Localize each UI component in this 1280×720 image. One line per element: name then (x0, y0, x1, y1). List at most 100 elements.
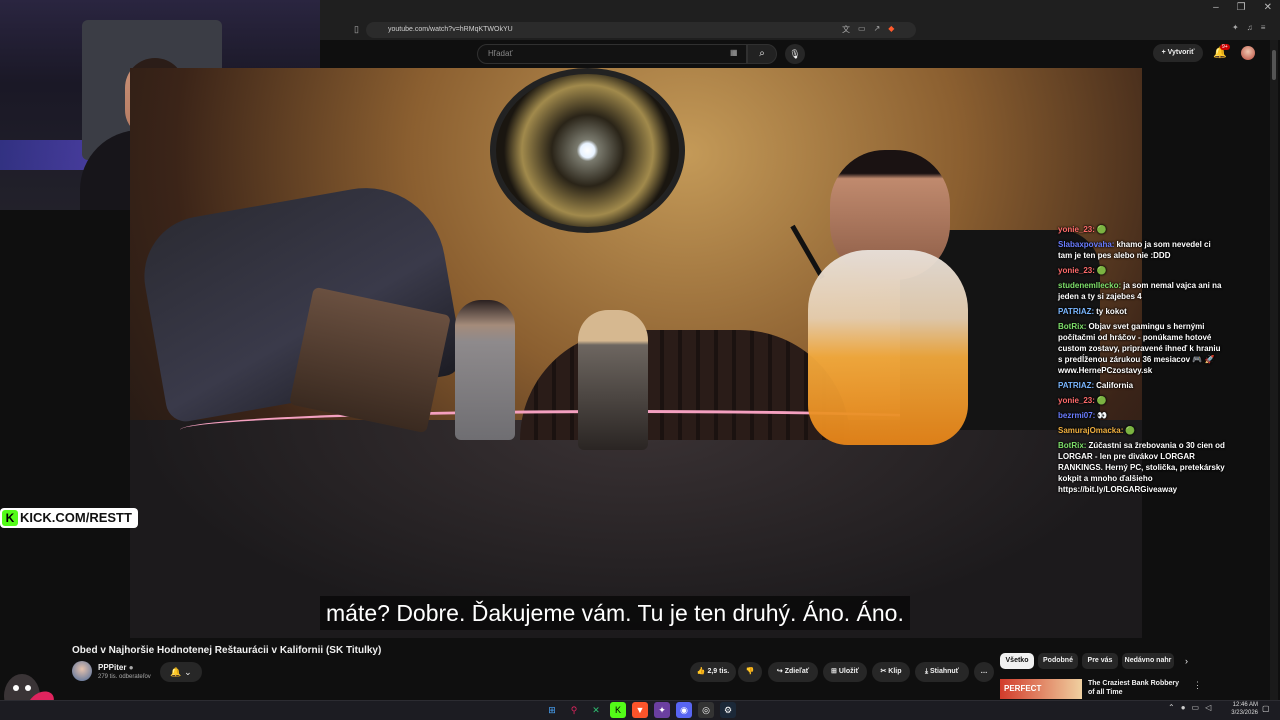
channel-avatar[interactable] (72, 661, 92, 681)
chip-for-you[interactable]: Pre vás (1082, 653, 1118, 669)
taskbar-apps: ⊞ ⚲ ✕ K ▼ ✦ ◉ ◎ ⚙ (544, 702, 736, 718)
clip-label: Klip (888, 668, 902, 675)
chat-message: studenemlIecko: ja som nemal vajca ani na… (1058, 280, 1226, 302)
address-bar[interactable]: youtube.com/watch?v=hRMqKTWOkYU (366, 22, 916, 38)
chat-message: yonie_23: 🟢 (1058, 265, 1226, 276)
subscription-bell-button[interactable]: 🔔 ⌄ (160, 662, 202, 682)
recommendation-title[interactable]: The Craziest Bank Robbery of all Time (1088, 679, 1184, 699)
recommendation-more-icon[interactable]: ⋮ (1193, 680, 1202, 691)
like-button[interactable]: 👍 2,9 tis. (690, 662, 736, 682)
taskbar-clock[interactable]: 12:46 AM 3/23/2026 (1224, 701, 1258, 717)
xbox-app-icon[interactable]: ✕ (588, 702, 604, 718)
chat-text: ty kokot (1096, 307, 1127, 316)
maximize-button[interactable]: ❐ (1237, 2, 1246, 13)
chat-username: yonie_23: (1058, 266, 1095, 275)
bookmark-icon[interactable]: ▯ (354, 24, 359, 35)
steam-app-icon[interactable]: ⚙ (720, 702, 736, 718)
share-arrow-icon: ↪ (776, 668, 783, 675)
chat-message: PATRIAZ: California (1058, 380, 1226, 391)
chat-username: yonie_23: (1058, 396, 1095, 405)
chat-message: bezrmi07: 👀 (1058, 410, 1226, 421)
chip-related[interactable]: Podobné (1038, 653, 1078, 669)
pin-app-icon[interactable]: ⚲ (566, 702, 582, 718)
more-actions-button[interactable]: … (974, 662, 994, 682)
chat-username: SamurajOmacka: (1058, 426, 1124, 435)
share-button[interactable]: ↪ Zdieľať (768, 662, 818, 682)
chat-message: BotRix: Objav svet gamingu s hernými počí… (1058, 321, 1226, 376)
extensions-icon[interactable]: ✦ (1232, 23, 1239, 32)
clock-date: 3/23/2026 (1231, 710, 1258, 716)
video-scene-person-middle (455, 300, 515, 440)
search-button[interactable]: ⌕ (747, 44, 777, 64)
chat-message: yonie_23: 🟢 (1058, 224, 1226, 235)
media-icon[interactable]: ♫ (1247, 23, 1253, 32)
recommendation-thumbnail[interactable]: PERFECT (1000, 679, 1082, 699)
thumb-up-icon: 👍 (696, 668, 706, 675)
chat-message: Slabaxpovaha: khamo ja som nevedel ci tam… (1058, 239, 1226, 261)
search-input[interactable]: Hľadať (477, 44, 747, 64)
minimize-button[interactable]: – (1213, 2, 1219, 13)
network-icon[interactable]: ▭ (1192, 703, 1200, 712)
chat-message: BotRix: Zúčastni sa žrebovania o 30 cien … (1058, 440, 1226, 495)
chat-text: 🟢 (1096, 266, 1107, 275)
translate-icon[interactable]: 文 (842, 24, 850, 35)
chat-text: 👀 (1097, 411, 1108, 420)
channel-name[interactable]: PPPiter ● (98, 663, 134, 672)
video-scene-drink (808, 250, 968, 445)
voice-search-button[interactable]: 🎙 (785, 44, 805, 64)
dislike-button[interactable]: 👎 (738, 662, 762, 682)
chat-text: 🟢 (1096, 396, 1107, 405)
share-label: Zdieľať (784, 668, 810, 675)
system-tray: ⌃ ● ▭ ◁ (1168, 703, 1211, 712)
cast-icon[interactable]: ▭ (858, 24, 866, 35)
scrollbar-thumb[interactable] (1272, 50, 1276, 80)
discord-app-icon[interactable]: ◉ (676, 702, 692, 718)
volume-icon[interactable]: ◁ (1205, 703, 1211, 712)
windows-start-icon[interactable]: ⊞ (544, 702, 560, 718)
save-icon: ⊞ (831, 668, 837, 675)
like-count: 2,9 tis. (707, 668, 730, 675)
chat-username: yonie_23: (1058, 225, 1095, 234)
share-icon[interactable]: ↗ (874, 24, 881, 35)
mic-icon: 🎙 (789, 49, 801, 59)
chat-username: PATRIAZ: (1058, 307, 1095, 316)
chip-recently-uploaded[interactable]: Nedávno nahr (1122, 653, 1174, 669)
chat-username: bezrmi07: (1058, 411, 1096, 420)
subscriber-count: 279 tis. odberateľov (98, 674, 151, 680)
channel-name-text: PPPiter (98, 663, 127, 672)
close-button[interactable]: ✕ (1264, 2, 1272, 13)
chat-username: BotRix: (1058, 322, 1087, 331)
extension-icons: ✦ ♫ ≡ (1232, 23, 1265, 32)
download-button[interactable]: ⤓ Stiahnuť (915, 662, 969, 682)
keyboard-icon[interactable]: ▦ (730, 48, 738, 57)
chat-username: Slabaxpovaha: (1058, 240, 1115, 249)
kick-logo-icon: K (2, 510, 18, 526)
menu-icon[interactable]: ≡ (1261, 23, 1266, 32)
page-scrollbar[interactable] (1270, 40, 1278, 700)
stream-chat-overlay: yonie_23: 🟢 Slabaxpovaha: khamo ja som neve… (1058, 224, 1226, 499)
chat-message: PATRIAZ: ty kokot (1058, 306, 1226, 317)
chat-message: SamurajOmacka: 🟢 (1058, 425, 1226, 436)
download-icon: ⤓ (924, 668, 929, 675)
obs-app-icon[interactable]: ◎ (698, 702, 714, 718)
verified-icon: ● (128, 663, 134, 672)
streamer-app-icon[interactable]: ✦ (654, 702, 670, 718)
brave-shield-icon[interactable]: ◆ (888, 24, 894, 35)
chat-username: studenemlIecko: (1058, 281, 1122, 290)
notification-center-icon[interactable]: ▢ (1262, 704, 1270, 713)
clip-button[interactable]: ✂ Klip (872, 662, 910, 682)
microphone-tray-icon[interactable]: ● (1181, 703, 1186, 712)
search-icon: ⌕ (759, 48, 765, 59)
save-button[interactable]: ⊞ Uložiť (823, 662, 867, 682)
chat-text: 🟢 (1096, 225, 1107, 234)
create-button[interactable]: + Vytvoriť (1153, 44, 1203, 62)
window-controls: – ❐ ✕ (1213, 2, 1272, 13)
chat-text: 🟢 (1125, 426, 1136, 435)
tray-expand-icon[interactable]: ⌃ (1168, 703, 1175, 712)
chevron-right-icon[interactable]: › (1185, 656, 1188, 666)
kick-app-icon[interactable]: K (610, 702, 626, 718)
brave-browser-icon[interactable]: ▼ (632, 702, 648, 718)
chip-all[interactable]: Všetko (1000, 653, 1034, 669)
profile-avatar[interactable] (1241, 46, 1255, 60)
video-subtitle: máte? Dobre. Ďakujeme vám. Tu je ten dru… (320, 596, 910, 630)
